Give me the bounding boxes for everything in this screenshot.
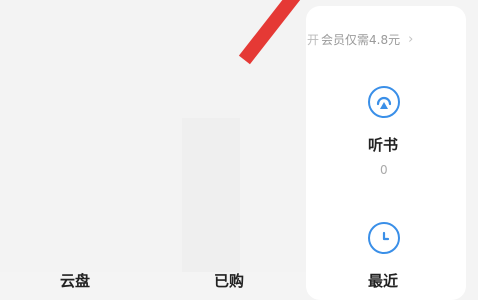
tab-yunpan[interactable]: 云盘 xyxy=(60,270,90,291)
clock-glyph xyxy=(382,231,390,241)
tingshu-label[interactable]: 听书 xyxy=(368,134,398,155)
chevron-right-icon: › xyxy=(408,31,414,47)
promo-text: 会员仅需4.8元 xyxy=(321,32,401,47)
promo-prefix: 开 xyxy=(307,32,320,47)
headphones-glyph xyxy=(376,96,392,109)
headphones-icon[interactable] xyxy=(368,86,400,118)
clock-icon[interactable] xyxy=(368,222,400,254)
content-placeholder xyxy=(182,118,240,272)
app-frame: 开 会员仅需4.8元 › 听书 0 最近 云盘 已购 xyxy=(0,0,478,300)
tingshu-count: 0 xyxy=(380,163,388,177)
tab-yigou[interactable]: 已购 xyxy=(214,270,244,291)
recent-label[interactable]: 最近 xyxy=(368,270,398,291)
vip-promo-banner[interactable]: 开 会员仅需4.8元 › xyxy=(307,28,457,50)
